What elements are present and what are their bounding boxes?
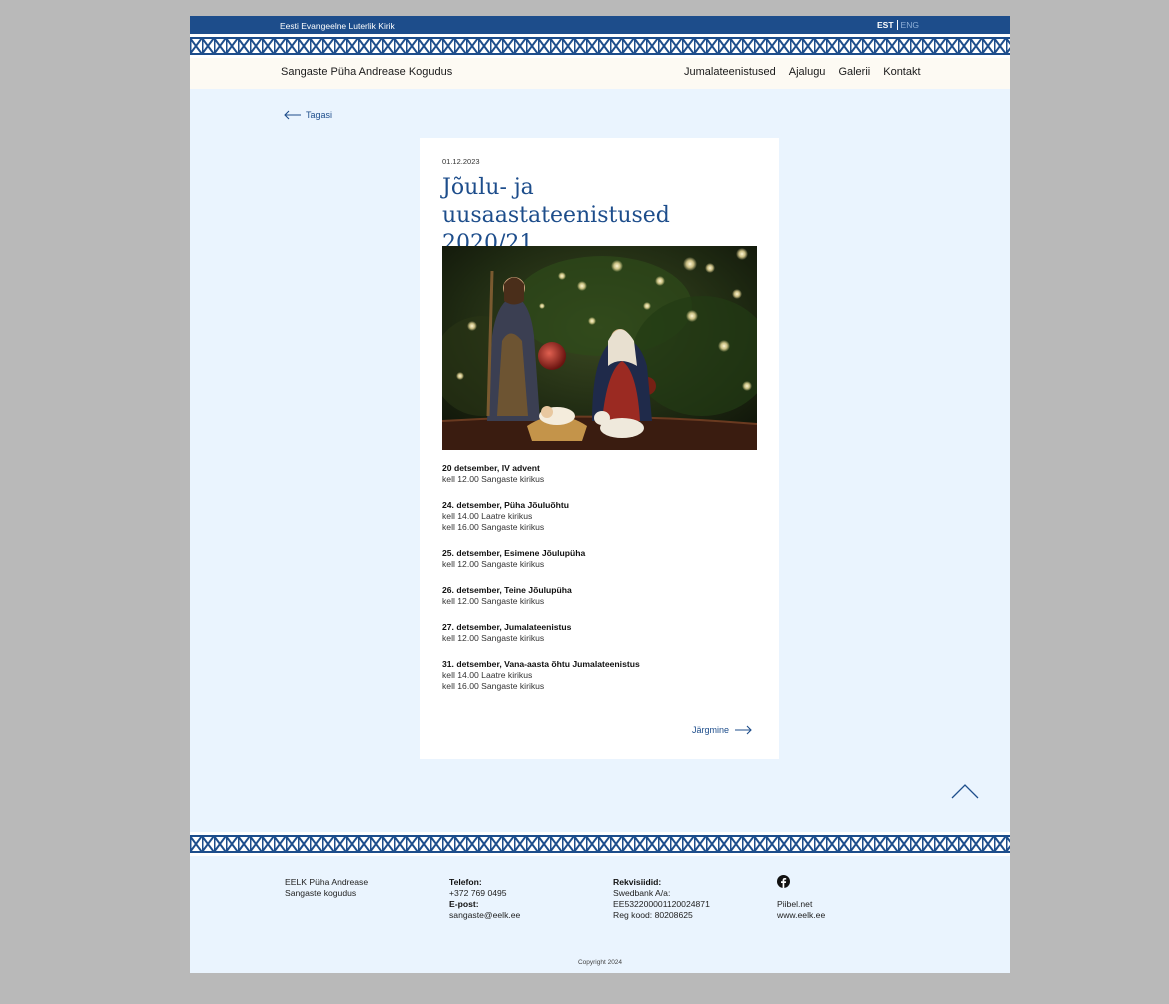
lang-est[interactable]: EST <box>877 20 894 30</box>
event-time: kell 12.00 Sangaste kirikus <box>442 596 545 606</box>
nav-item-kontakt[interactable]: Kontakt <box>883 66 920 78</box>
email-address[interactable]: sangaste@eelk.ee <box>449 910 520 921</box>
nav-item-jumalateenistused[interactable]: Jumalateenistused <box>684 66 776 78</box>
back-label: Tagasi <box>306 110 333 120</box>
footer-links: Piibel.net www.eelk.ee <box>777 875 825 921</box>
link-eelk[interactable]: www.eelk.ee <box>777 910 825 921</box>
event-item: 20 detsember, IV advent kell 12.00 Sanga… <box>442 463 762 485</box>
footer-org: EELK Püha Andrease Sangaste kogudus <box>285 877 368 899</box>
arrow-right-icon <box>734 725 752 735</box>
iban: EE532200001120024871 <box>613 899 710 909</box>
event-title: 20 detsember, IV advent <box>442 463 540 473</box>
event-item: 24. detsember, Püha Jõuluõhtu kell 14.00… <box>442 500 762 533</box>
event-item: 27. detsember, Jumalateenistus kell 12.0… <box>442 622 762 644</box>
event-time: kell 12.00 Sangaste kirikus <box>442 633 545 643</box>
back-link[interactable]: Tagasi <box>284 110 332 120</box>
next-label: Järgmine <box>692 725 730 735</box>
nav-menu: Jumalateenistused Ajalugu Galerii Kontak… <box>684 66 921 78</box>
next-link[interactable]: Järgmine <box>692 725 752 735</box>
link-piibel[interactable]: Piibel.net <box>777 899 825 910</box>
article-date: 01.12.2023 <box>442 157 480 166</box>
copyright: Copyright 2024 <box>577 959 623 966</box>
event-title: 27. detsember, Jumalateenistus <box>442 622 572 632</box>
scroll-to-top-button[interactable] <box>950 782 980 805</box>
footer-contact: Telefon: +372 769 0495 E-post: sangaste@… <box>449 877 520 921</box>
main-nav: Sangaste Püha Andrease Kogudus Jumalatee… <box>190 58 1010 89</box>
lang-eng[interactable]: ENG <box>901 20 919 30</box>
top-bar: Eesti Evangeelne Luterlik Kirik EST ENG <box>190 16 1010 34</box>
event-title: 31. detsember, Vana-aasta õhtu Jumalatee… <box>442 659 640 669</box>
event-item: 25. detsember, Esimene Jõulupüha kell 12… <box>442 548 762 570</box>
event-time: kell 12.00 Sangaste kirikus <box>442 559 545 569</box>
nav-item-galerii[interactable]: Galerii <box>838 66 870 78</box>
event-time: kell 14.00 Laatre kirikus <box>442 670 533 680</box>
event-title: 24. detsember, Püha Jõuluõhtu <box>442 500 570 510</box>
event-item: 31. detsember, Vana-aasta õhtu Jumalatee… <box>442 659 762 692</box>
event-time: kell 12.00 Sangaste kirikus <box>442 474 545 484</box>
arrow-left-icon <box>284 110 302 120</box>
event-time: kell 16.00 Sangaste kirikus <box>442 681 545 691</box>
event-title: 25. detsember, Esimene Jõulupüha <box>442 548 586 558</box>
facebook-icon[interactable] <box>777 875 825 891</box>
event-time: kell 16.00 Sangaste kirikus <box>442 522 545 532</box>
church-name[interactable]: Eesti Evangeelne Luterlik Kirik <box>280 21 395 31</box>
ornament-band-top <box>190 34 1010 58</box>
org-subname: Sangaste kogudus <box>285 888 357 898</box>
ornament-band-bottom <box>190 832 1010 856</box>
lang-divider <box>896 20 898 30</box>
nativity-image <box>442 246 757 450</box>
email-label: E-post: <box>449 899 479 909</box>
chevron-up-icon <box>950 784 980 804</box>
event-title: 26. detsember, Teine Jõulupüha <box>442 585 572 595</box>
site-name[interactable]: Sangaste Püha Andrease Kogudus <box>281 66 452 78</box>
event-item: 26. detsember, Teine Jõulupüha kell 12.0… <box>442 585 762 607</box>
bank-name: Swedbank A/a: <box>613 888 671 898</box>
language-switcher: EST ENG <box>877 20 919 30</box>
event-schedule: 20 detsember, IV advent kell 12.00 Sanga… <box>442 463 762 707</box>
org-name: EELK Püha Andrease <box>285 877 369 887</box>
article-card: 01.12.2023 Jõulu- ja uusaastateenistused… <box>420 138 779 759</box>
phone-number[interactable]: +372 769 0495 <box>449 888 520 899</box>
nav-item-ajalugu[interactable]: Ajalugu <box>789 66 826 78</box>
reg-code: Reg kood: 80208625 <box>613 910 693 920</box>
page: Eesti Evangeelne Luterlik Kirik EST ENG S… <box>190 16 1010 973</box>
footer: EELK Püha Andrease Sangaste kogudus Tele… <box>190 857 1010 973</box>
event-time: kell 14.00 Laatre kirikus <box>442 511 533 521</box>
phone-label: Telefon: <box>449 877 482 887</box>
bank-label: Rekvisiidid: <box>613 877 662 887</box>
footer-bank: Rekvisiidid: Swedbank A/a: EE53220000112… <box>613 877 710 921</box>
